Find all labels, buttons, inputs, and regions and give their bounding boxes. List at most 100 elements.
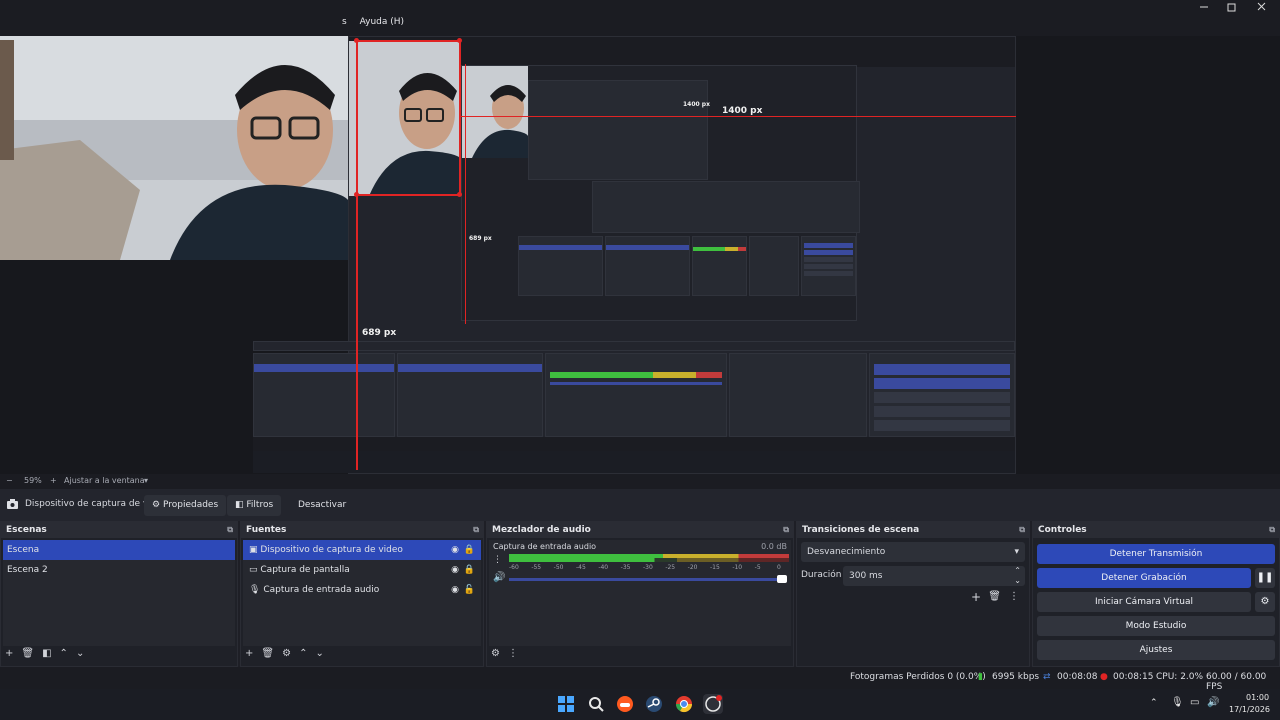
chevron-down-icon[interactable]: ⌄ xyxy=(76,648,84,659)
nested-scenes-dock xyxy=(253,353,395,437)
properties-button[interactable]: ⚙ Propiedades xyxy=(144,495,227,516)
more-icon[interactable]: ⋮ xyxy=(1009,591,1019,602)
audio-mixer-dock: Mezclador de audio ⧉ Captura de entrada a… xyxy=(486,521,794,667)
more-icon[interactable]: ⋮ xyxy=(508,648,518,659)
undock-icon[interactable]: ⧉ xyxy=(783,522,789,538)
zoom-bar: − 59% + Ajustar a la ventana ▾ xyxy=(0,474,1280,489)
undock-icon[interactable]: ⧉ xyxy=(473,522,479,538)
start-virtual-cam-button[interactable]: Iniciar Cámara Virtual xyxy=(1037,592,1251,612)
meter-tick-label: -25 xyxy=(665,564,676,571)
eye-icon[interactable]: ◉ xyxy=(451,540,459,560)
meter-tick-label: -45 xyxy=(576,564,586,571)
obs-icon[interactable] xyxy=(703,694,723,714)
zoom-in-button[interactable]: + xyxy=(50,476,57,485)
controls-dock: Controles ⧉ Detener Transmisión Detener G… xyxy=(1032,521,1280,667)
settings-icon[interactable]: ⚙ xyxy=(491,648,500,659)
volume-icon[interactable]: 🔊 xyxy=(1207,697,1219,708)
duration-label: Duración xyxy=(801,570,842,580)
controls-title: Controles ⧉ xyxy=(1033,522,1279,538)
lock-icon[interactable]: 🔒 xyxy=(464,540,475,560)
undock-icon[interactable]: ⧉ xyxy=(1269,522,1275,538)
network-icon[interactable]: ▭ xyxy=(1190,697,1199,708)
eye-icon[interactable]: ◉ xyxy=(451,580,459,600)
meter-ticks: -60 -55 -50 -45 -40 -35 -30 -25 -20 -15 -10 -5 0 xyxy=(509,564,789,572)
camera-icon: ▣ xyxy=(249,545,258,555)
source-item[interactable]: ▣ Dispositivo de captura de video ◉ 🔒 xyxy=(243,540,481,560)
steam-icon[interactable] xyxy=(644,694,664,714)
add-icon[interactable]: + xyxy=(971,590,981,604)
undock-icon[interactable]: ⧉ xyxy=(1019,522,1025,538)
source-item[interactable]: ▭ Captura de pantalla ◉ 🔒 xyxy=(243,560,481,580)
settings-button[interactable]: Ajustes xyxy=(1037,640,1275,660)
menu-item-partial[interactable]: s xyxy=(342,17,347,27)
gear-icon[interactable]: ⚙ xyxy=(1255,592,1275,612)
measure-line-bottom xyxy=(356,194,461,196)
preview-canvas[interactable]: 1400 px 689 px 689 px 1400 px xyxy=(0,36,1280,474)
gear-icon[interactable]: ⚙ xyxy=(282,648,291,659)
windows-start-icon[interactable] xyxy=(556,694,576,714)
lock-icon[interactable]: 🔓 xyxy=(464,580,475,600)
speaker-icon[interactable]: 🔊 xyxy=(493,572,505,583)
duration-input[interactable]: 300 ms ⌃ ⌄ xyxy=(843,566,1025,586)
monitor-icon: ▭ xyxy=(249,565,258,575)
nested-source-toolbar xyxy=(253,341,1015,351)
nested-preview-1 xyxy=(253,36,1016,474)
current-source-name: Dispositivo de captura de v xyxy=(25,499,149,509)
stop-record-button[interactable]: Detener Grabación xyxy=(1037,568,1251,588)
source-item[interactable]: 🎙 Captura de entrada audio ◉ 🔓 xyxy=(243,580,481,600)
lock-icon[interactable]: 🔒 xyxy=(464,560,475,580)
trash-icon[interactable]: 🗑 xyxy=(261,648,274,659)
measure-handle[interactable] xyxy=(457,38,462,43)
more-icon[interactable]: ⋮ xyxy=(493,555,502,565)
chrome-icon[interactable] xyxy=(674,694,694,714)
filters-button[interactable]: ◧ Filtros xyxy=(227,495,282,516)
clock-time[interactable]: 01:00 xyxy=(1246,693,1269,702)
soundcloud-icon[interactable] xyxy=(615,694,635,714)
measure-handle[interactable] xyxy=(457,192,462,197)
chevron-down-icon[interactable]: ⌄ xyxy=(315,648,323,659)
scene-item[interactable]: Escena xyxy=(3,540,235,560)
add-icon[interactable]: + xyxy=(245,648,253,659)
chevron-up-icon[interactable]: ⌃ xyxy=(60,648,68,659)
chevron-up-icon[interactable]: ⌃ xyxy=(1150,698,1158,708)
deactivate-button[interactable]: Desactivar xyxy=(290,495,354,516)
maximize-button[interactable] xyxy=(1216,0,1248,14)
menu-item-help[interactable]: Ayuda (H) xyxy=(360,17,404,27)
clock-date[interactable]: 17/1/2026 xyxy=(1229,705,1270,714)
trash-icon[interactable]: 🗑 xyxy=(988,591,1001,602)
close-button[interactable] xyxy=(1246,0,1278,14)
fit-window-select[interactable]: Ajustar a la ventana xyxy=(64,476,145,485)
nested-webcam-image xyxy=(349,41,461,196)
transition-select[interactable]: Desvanecimiento ▾ xyxy=(801,542,1025,562)
search-icon[interactable] xyxy=(586,694,606,714)
trash-icon[interactable]: 🗑 xyxy=(21,648,34,659)
filter-icon[interactable]: ◧ xyxy=(42,648,51,659)
nested-preview-3 xyxy=(528,80,708,180)
microphone-icon[interactable]: 🎙 xyxy=(1171,697,1184,708)
source-toolbar: Dispositivo de captura de v ⚙ Propiedade… xyxy=(0,489,1280,521)
cpu-usage: CPU: 2.0% xyxy=(1156,672,1204,682)
undock-icon[interactable]: ⧉ xyxy=(227,522,233,538)
spin-down-icon[interactable]: ⌄ xyxy=(1014,571,1021,591)
zoom-out-button[interactable]: − xyxy=(6,476,13,485)
add-icon[interactable]: + xyxy=(5,648,13,659)
mini-mixer xyxy=(692,236,747,296)
mixer-title: Mezclador de audio ⧉ xyxy=(487,522,793,538)
source-label: Dispositivo de captura de video xyxy=(260,545,403,555)
studio-mode-button[interactable]: Modo Estudio xyxy=(1037,616,1275,636)
pause-icon[interactable]: ❚❚ xyxy=(1255,568,1275,588)
stop-stream-button[interactable]: Detener Transmisión xyxy=(1037,544,1275,564)
measure-handle[interactable] xyxy=(354,192,359,197)
filters-label: Filtros xyxy=(246,500,274,510)
chevron-up-icon[interactable]: ⌃ xyxy=(299,648,307,659)
volume-slider[interactable] xyxy=(509,578,781,581)
nested-mini-docks xyxy=(592,181,860,233)
eye-icon[interactable]: ◉ xyxy=(451,560,459,580)
stream-icon: ⇄ xyxy=(1043,672,1051,682)
scene-item[interactable]: Escena 2 xyxy=(3,560,235,580)
volume-slider-handle[interactable] xyxy=(777,575,787,583)
webcam-feed xyxy=(0,36,348,260)
chevron-down-icon[interactable]: ▾ xyxy=(144,476,148,485)
transitions-dock: Transiciones de escena ⧉ Desvanecimiento … xyxy=(796,521,1030,667)
measure-handle[interactable] xyxy=(354,38,359,43)
